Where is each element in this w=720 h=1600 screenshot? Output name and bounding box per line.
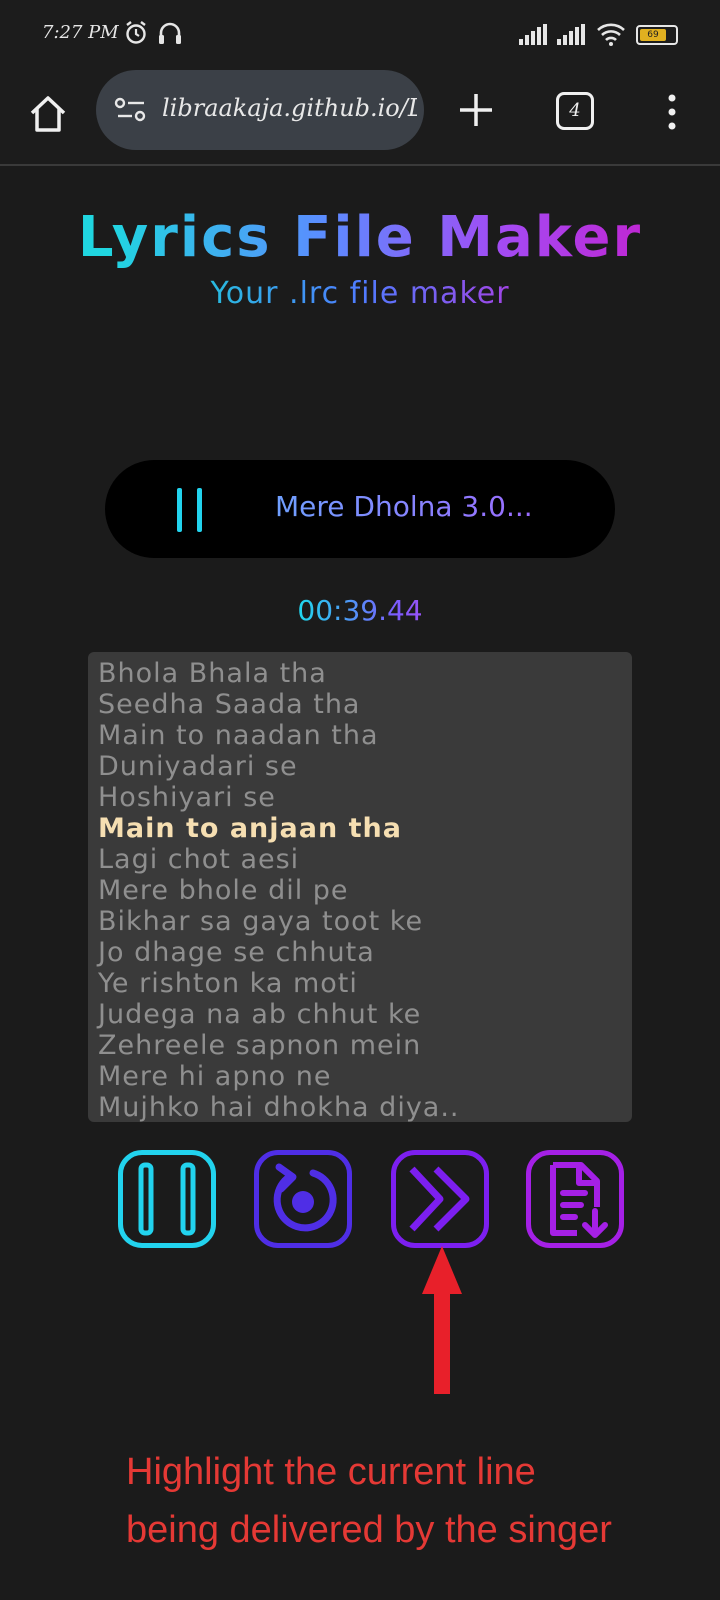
current-time: 00:39.44 [0,594,720,627]
chevron-right-icon [409,1166,470,1232]
lyric-line[interactable]: Jo dhage se chhuta [98,937,622,968]
site-settings-icon[interactable] [114,96,148,124]
lyric-line[interactable]: Lagi chot aesi [98,844,622,875]
lyrics-list[interactable]: Bhola Bhala tha Seedha Saada tha Main to n… [88,652,632,1122]
lyric-line[interactable]: Mere bhole dil pe [98,875,622,906]
lyric-line[interactable]: Zehreele sapnon mein [98,1030,622,1061]
status-bar: 7:27 PM 69 [0,0,720,70]
lyric-line[interactable]: Duniyadari se [98,751,622,782]
pause-icon [138,1162,196,1236]
signal-icon [519,24,547,45]
alarm-icon [126,21,146,44]
headphones-icon [159,22,181,44]
more-options-icon[interactable] [660,92,684,132]
url-text[interactable]: libraakaja.github.io/Lyrics-File-Maker [162,94,417,122]
annotation-text: Highlight the current line being deliver… [126,1443,720,1559]
wifi-icon [597,23,625,46]
lyric-line[interactable]: Ye rishton ka moti [98,968,622,999]
app-subtitle: Your .lrc file maker [0,276,720,311]
browser-toolbar: libraakaja.github.io/Lyrics-File-Maker 4 [0,70,720,166]
lyric-line[interactable]: Bhola Bhala tha [98,658,622,689]
annotation-line-2: being delivered by the singer [126,1509,612,1551]
battery-fill: 69 [640,29,666,41]
song-title: Mere Dholna 3.0... [275,490,533,523]
restart-icon [273,1163,337,1232]
lyric-line[interactable]: Main to naadan tha [98,720,622,751]
lyric-line[interactable]: Judega na ab chhut ke [98,999,622,1030]
status-time: 7:27 PM [42,22,119,43]
lyric-line-current[interactable]: Main to anjaan tha [98,813,622,844]
download-lrc-button[interactable] [526,1150,624,1248]
home-icon[interactable] [26,92,70,136]
lyric-line[interactable]: Mujhko hai dhokha diya.. [98,1092,622,1122]
file-download-icon [550,1162,608,1238]
tab-switcher-button[interactable]: 4 [556,92,594,130]
battery-icon: 69 [636,25,678,45]
lyric-line[interactable]: Hoshiyari se [98,782,622,813]
next-line-button[interactable] [391,1150,489,1248]
restart-button[interactable] [254,1150,352,1248]
lyric-line[interactable]: Seedha Saada tha [98,689,622,720]
new-tab-icon[interactable] [456,90,496,130]
annotation-arrow-icon [422,1246,462,1394]
lyric-line[interactable]: Mere hi apno ne [98,1061,622,1092]
signal-icon [557,24,585,45]
pause-icon[interactable] [169,488,209,532]
now-playing-pill: Mere Dholna 3.0... [105,460,615,558]
app-title: Lyrics File Maker [0,205,720,270]
lyric-line[interactable]: Bikhar sa gaya toot ke [98,906,622,937]
annotation-line-1: Highlight the current line [126,1451,536,1493]
address-bar[interactable]: libraakaja.github.io/Lyrics-File-Maker [96,70,424,150]
pause-button[interactable] [118,1150,216,1248]
